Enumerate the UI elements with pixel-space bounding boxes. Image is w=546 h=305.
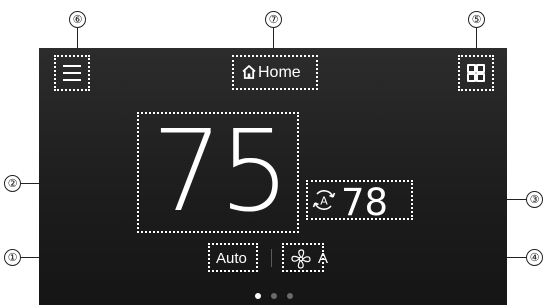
callout-6: ⑥	[69, 11, 86, 28]
hamburger-menu-icon	[63, 65, 81, 81]
fan-icon	[290, 248, 312, 270]
callout-3: ③	[526, 191, 543, 208]
current-temperature: 75	[151, 107, 291, 237]
callout-5: ⑤	[468, 11, 485, 28]
grid-apps-icon	[467, 64, 485, 82]
menu-button[interactable]	[54, 55, 90, 91]
page-dot-3[interactable]	[287, 293, 293, 299]
footer-divider	[271, 249, 272, 267]
page-dot-2[interactable]	[271, 293, 277, 299]
mode-label: Auto	[216, 250, 247, 267]
setpoint-temperature: 78	[341, 181, 389, 224]
callout-7: ⑦	[265, 11, 282, 28]
fan-mode-label: A	[318, 250, 329, 267]
svg-text:A: A	[320, 195, 328, 208]
apps-grid-button[interactable]	[458, 55, 494, 91]
page-dot-1-active[interactable]	[255, 293, 261, 299]
home-label: Home	[258, 64, 301, 81]
home-icon	[241, 64, 257, 80]
callout-4: ④	[526, 249, 543, 266]
callout-1: ①	[4, 249, 21, 266]
auto-circular-arrow-icon: A	[311, 187, 337, 213]
callout-2: ②	[4, 175, 21, 192]
